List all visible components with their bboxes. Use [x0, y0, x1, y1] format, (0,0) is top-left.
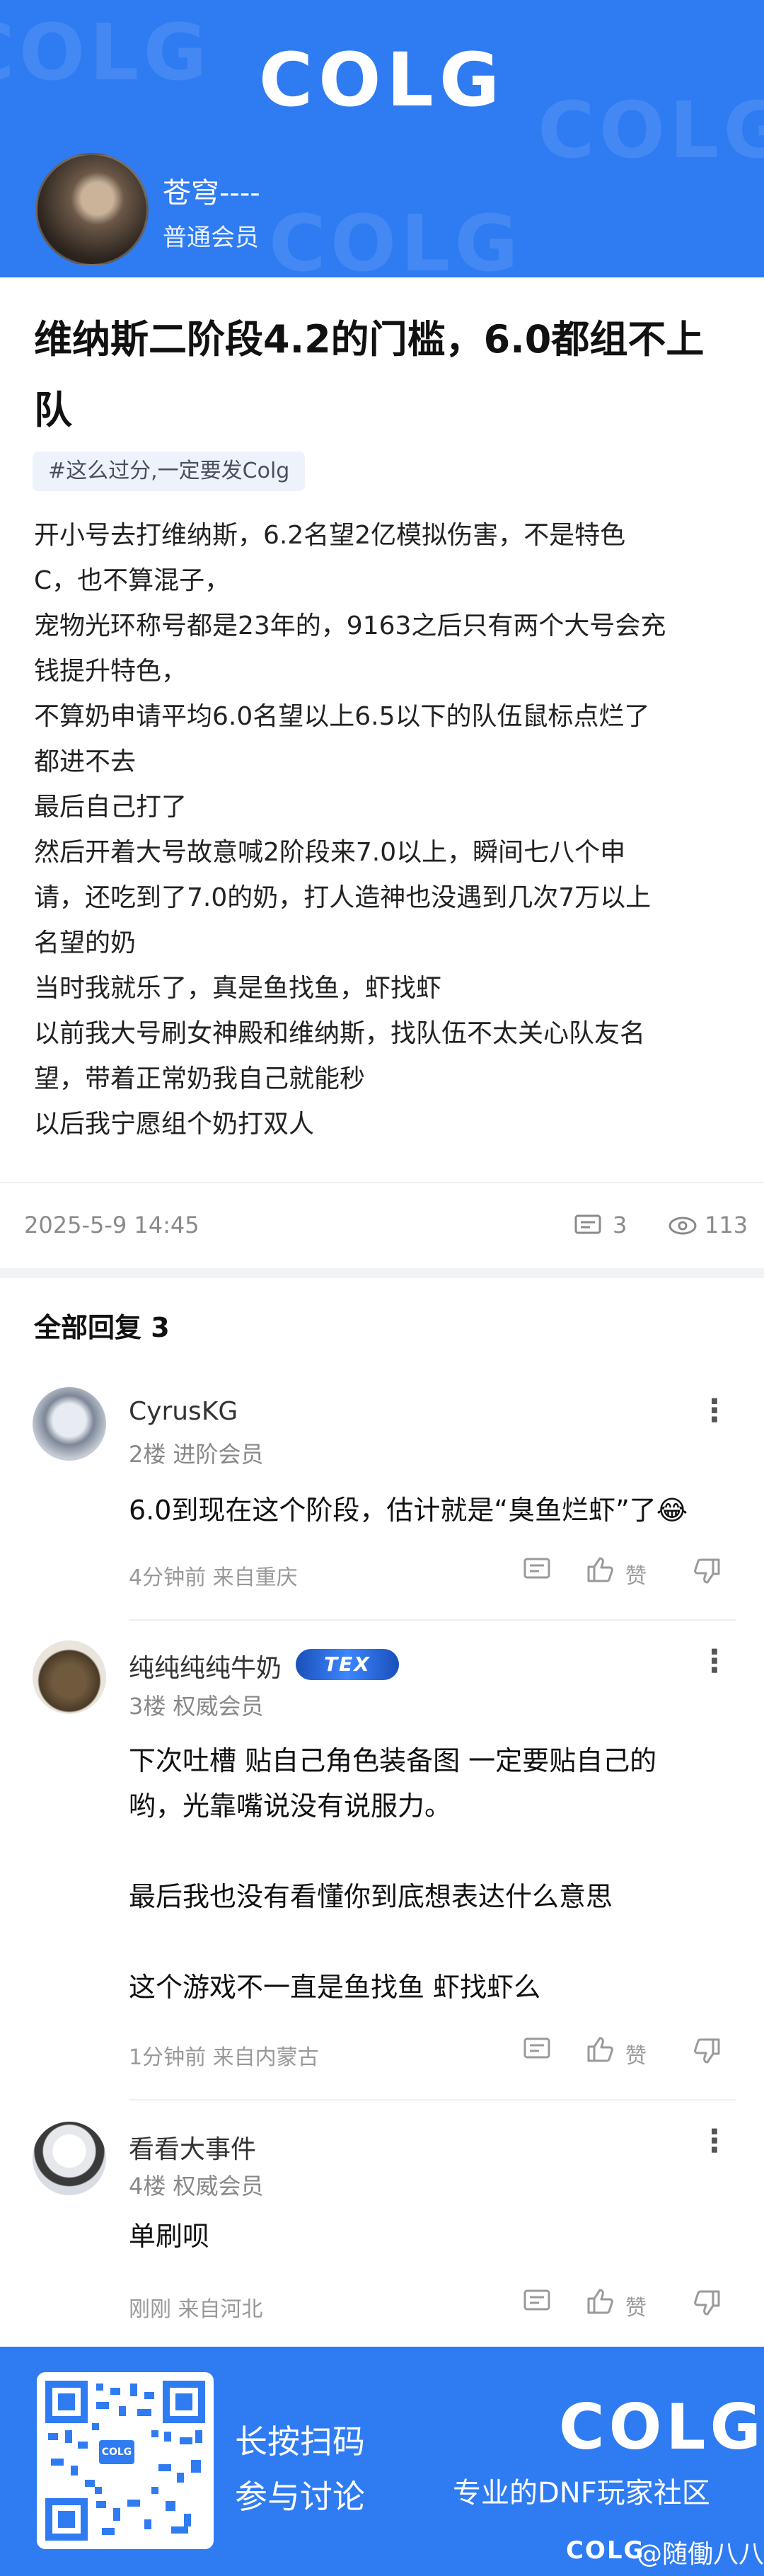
comment-text-line — [129, 1829, 716, 1874]
post-body-line: 以后我宁愿组个奶打双人 — [34, 1110, 315, 1139]
commenter-avatar[interactable] — [33, 1387, 106, 1461]
comment-text-line: 6.0到现在这个阶段，估计就是“臭鱼烂虾”了😂 — [129, 1495, 688, 1526]
post-body-line: 钱提升特色， — [34, 657, 187, 686]
comment-text-line: 单刷呗 — [129, 2221, 210, 2252]
reply-icon[interactable] — [523, 2037, 552, 2064]
commenter-floor-level: 3楼 权威会员 — [129, 1693, 264, 1720]
qr-code[interactable]: COLG — [37, 2372, 214, 2549]
post-body-line: 不算奶申请平均6.0名望以上6.5以下的队伍鼠标点烂了 — [34, 702, 650, 731]
post-body-line: 名望的奶 — [34, 928, 137, 958]
post-meta-bar: 2025-5-9 14:45 3 113 — [0, 1182, 764, 1267]
post-body-line: 都进不去 — [34, 747, 137, 776]
commenter-name[interactable]: 纯纯纯纯牛奶 — [129, 1648, 282, 1684]
comment-text-line: 这个游戏不一直是鱼找鱼 虾找虾么 — [129, 1972, 541, 2003]
comment-text: 6.0到现在这个阶段，估计就是“臭鱼烂虾”了😂 — [129, 1488, 716, 1533]
post-body-line: 最后自己打了 — [34, 793, 187, 822]
author-level: 普通会员 — [163, 224, 259, 252]
topic-tag[interactable]: #这么过分,一定要发Colg — [33, 452, 306, 491]
more-icon[interactable]: ⋮ — [699, 1396, 730, 1427]
comment-time-location: 1分钟前 来自内蒙古 — [129, 2045, 319, 2070]
post-body: 开小号去打维纳斯，6.2名望2亿模拟伤害，不是特色 C，也不算混子， 宠物光环称… — [34, 513, 734, 1147]
post-title: 维纳斯二阶段4.2的门槛，6.0都组不上 队 — [34, 304, 734, 446]
post-body-line: 开小号去打维纳斯，6.2名望2亿模拟伤害，不是特色 — [34, 521, 626, 550]
post-title-line: 维纳斯二阶段4.2的门槛，6.0都组不上 — [34, 317, 705, 362]
comment-text-line: 哟，光靠嘴说没有说服力。 — [129, 1790, 452, 1822]
thumbs-down-icon[interactable] — [692, 2037, 722, 2065]
commenter-avatar[interactable] — [33, 2122, 106, 2195]
commenter-name[interactable]: CyrusKG — [129, 1397, 238, 1426]
comment-time-location: 4分钟前 来自重庆 — [129, 1565, 298, 1590]
view-count: 113 — [705, 1212, 748, 1238]
section-divider — [0, 1268, 764, 1278]
replies-title: 全部回复 3 — [34, 1312, 170, 1343]
like-label[interactable]: 赞 — [625, 2038, 647, 2069]
post-date: 2025-5-9 14:45 — [24, 1212, 199, 1238]
tex-badge-icon: TEX — [296, 1649, 399, 1680]
like-label[interactable]: 赞 — [625, 1558, 647, 1589]
post-body-line: 请，还吃到了7.0的奶，打人造神也没遇到几次7万以上 — [34, 883, 652, 912]
footer-cta-line: 长按扫码 — [235, 2422, 365, 2461]
post-body-line: C，也不算混子， — [34, 566, 231, 595]
comment-separator — [129, 1619, 736, 1621]
comment-text: 下次吐槽 贴自己角色装备图 一定要贴自己的 哟，光靠嘴说没有说服力。 最后我也没… — [129, 1738, 716, 2010]
post-title-line: 队 — [34, 388, 72, 432]
watermark-pattern: COLG — [269, 198, 523, 277]
author-name[interactable]: 苍穹---- — [163, 170, 260, 211]
comment-text-line: 下次吐槽 贴自己角色装备图 一定要贴自己的 — [129, 1745, 657, 1776]
comment-time-location: 刚刚 来自河北 — [129, 2297, 263, 2322]
comment-count: 3 — [613, 1212, 627, 1238]
like-label[interactable]: 赞 — [625, 2290, 647, 2321]
commenter-avatar[interactable] — [33, 1640, 106, 1714]
comment-text: 单刷呗 — [129, 2214, 716, 2259]
comment-icon[interactable] — [574, 1214, 603, 1237]
reply-icon[interactable] — [523, 2289, 552, 2316]
post-body-line: 望，带着正常奶我自己就能秒 — [34, 1064, 366, 1093]
commenter-floor-level: 4楼 权威会员 — [129, 2173, 264, 2200]
thumbs-up-icon[interactable] — [586, 1556, 615, 1584]
commenter-name[interactable]: 看看大事件 — [129, 2129, 256, 2166]
eye-icon — [668, 1217, 697, 1235]
comment-text-line: 最后我也没有看懂你到底想表达什么意思 — [129, 1881, 613, 1912]
commenter-floor-level: 2楼 进阶会员 — [129, 1441, 264, 1468]
more-icon[interactable]: ⋮ — [699, 1646, 730, 1677]
post-body-line: 宠物光环称号都是23年的，9163之后只有两个大号会充 — [34, 611, 666, 640]
watermark-user: @随働八八 — [637, 2540, 764, 2569]
thumbs-down-icon[interactable] — [692, 1557, 722, 1585]
more-icon[interactable]: ⋮ — [699, 2126, 730, 2157]
thumbs-up-icon[interactable] — [586, 2035, 615, 2064]
comment-separator — [129, 2099, 736, 2100]
footer-banner: COLG 长按扫码 参与讨论 COLG 专业的DNF玩家社区 COLG @随働八… — [0, 2347, 764, 2576]
qr-logo: COLG — [99, 2440, 134, 2464]
post-body-line: 然后开着大号故意喊2阶段来7.0以上，瞬间七八个申 — [34, 838, 626, 867]
colg-mini-logo: COLG — [566, 2536, 645, 2565]
header-banner: COLG COLG COLG COLG 苍穹---- 普通会员 — [0, 0, 764, 277]
post-body-line: 当时我就乐了，真是鱼找鱼，虾找虾 — [34, 974, 442, 1003]
colg-logo: COLG — [559, 2391, 764, 2463]
footer-slogan: 专业的DNF玩家社区 — [453, 2477, 710, 2509]
thumbs-down-icon[interactable] — [692, 2289, 722, 2317]
post-body-line: 以前我大号刷女神殿和维纳斯，找队伍不太关心队友名 — [34, 1019, 646, 1048]
thumbs-up-icon[interactable] — [586, 2287, 615, 2316]
footer-cta-line: 参与讨论 — [235, 2478, 365, 2516]
author-avatar[interactable] — [35, 153, 149, 266]
comment-text-line — [129, 1919, 716, 1965]
colg-logo: COLG — [258, 37, 506, 123]
reply-icon[interactable] — [523, 1557, 552, 1584]
